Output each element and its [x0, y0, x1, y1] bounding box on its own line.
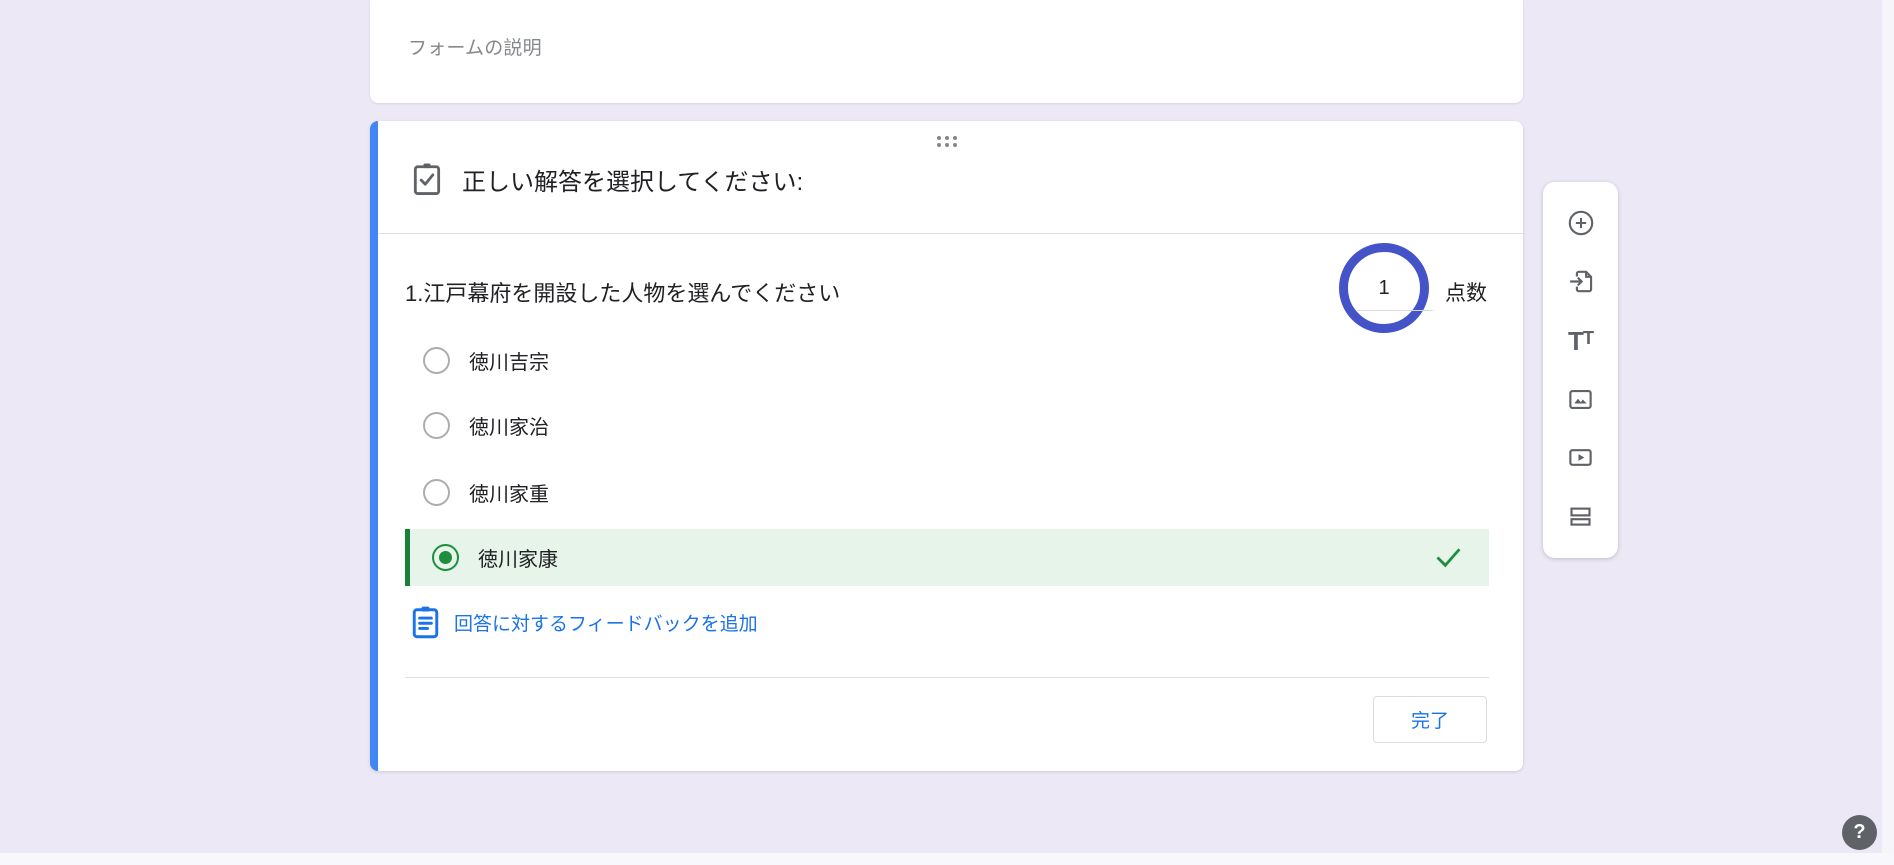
add-feedback-label: 回答に対するフィードバックを追加: [454, 609, 758, 636]
done-button[interactable]: 完了: [1373, 696, 1487, 743]
header-divider: [378, 233, 1523, 234]
plus-circle-icon: [1567, 209, 1595, 237]
points-input-underline: [1357, 310, 1433, 311]
scrollbar-gutter[interactable]: [1882, 0, 1894, 865]
add-question-button[interactable]: [1560, 202, 1602, 244]
correct-check-icon: [1436, 547, 1461, 568]
answer-key-title: 正しい解答を選択してください:: [462, 162, 803, 197]
google-forms-quiz-editor: フォームの説明 正しい解答を選択してください: 1.江戸幕府を開設した人物を選ん…: [0, 0, 1894, 865]
points-label: 点数: [1445, 277, 1487, 307]
clipboard-check-icon: [413, 162, 441, 196]
form-description-input[interactable]: フォームの説明: [408, 33, 542, 60]
add-video-button[interactable]: [1560, 437, 1602, 479]
add-image-button[interactable]: [1560, 378, 1602, 420]
question-card: 正しい解答を選択してください: 1.江戸幕府を開設した人物を選んでください 1 …: [370, 121, 1523, 771]
form-description-card: フォームの説明: [370, 0, 1523, 103]
answer-option-label: 徳川家康: [478, 543, 558, 572]
correct-row-accent-bar: [405, 529, 410, 586]
radio-unselected-icon[interactable]: [423, 412, 450, 439]
points-value[interactable]: 1: [1378, 277, 1389, 300]
radio-unselected-icon[interactable]: [423, 479, 450, 506]
section-icon: [1567, 503, 1594, 530]
answer-option-label: 徳川吉宗: [469, 346, 549, 375]
page-bottom-edge: [0, 853, 1894, 865]
drag-handle-icon[interactable]: [937, 136, 957, 147]
question-text: 1.江戸幕府を開設した人物を選んでください: [405, 276, 840, 308]
video-icon: [1567, 444, 1594, 471]
side-toolbar: TT: [1543, 182, 1618, 558]
question-mark-icon: ?: [1853, 821, 1865, 844]
image-icon: [1567, 386, 1594, 413]
active-card-accent-bar: [370, 121, 378, 771]
import-questions-icon: [1567, 268, 1594, 295]
answer-option-label: 徳川家重: [469, 478, 549, 507]
answer-option-label: 徳川家治: [469, 411, 549, 440]
add-title-button[interactable]: TT: [1560, 320, 1602, 362]
feedback-clipboard-icon: [412, 605, 439, 639]
answer-option[interactable]: 徳川吉宗: [405, 340, 549, 380]
answer-option[interactable]: 徳川家重: [405, 472, 549, 512]
answer-option[interactable]: 徳川家治: [405, 405, 549, 445]
add-feedback-link[interactable]: 回答に対するフィードバックを追加: [412, 604, 758, 640]
help-button[interactable]: ?: [1842, 815, 1877, 850]
import-questions-button[interactable]: [1560, 261, 1602, 303]
points-input[interactable]: 1: [1339, 243, 1429, 333]
footer-divider: [405, 677, 1489, 678]
radio-selected-icon[interactable]: [432, 544, 459, 571]
radio-unselected-icon[interactable]: [423, 347, 450, 374]
answer-key-header: 正しい解答を選択してください:: [413, 161, 803, 197]
add-section-button[interactable]: [1560, 496, 1602, 538]
text-title-icon: TT: [1568, 328, 1593, 354]
answer-option-correct[interactable]: 徳川家康: [405, 529, 1489, 586]
